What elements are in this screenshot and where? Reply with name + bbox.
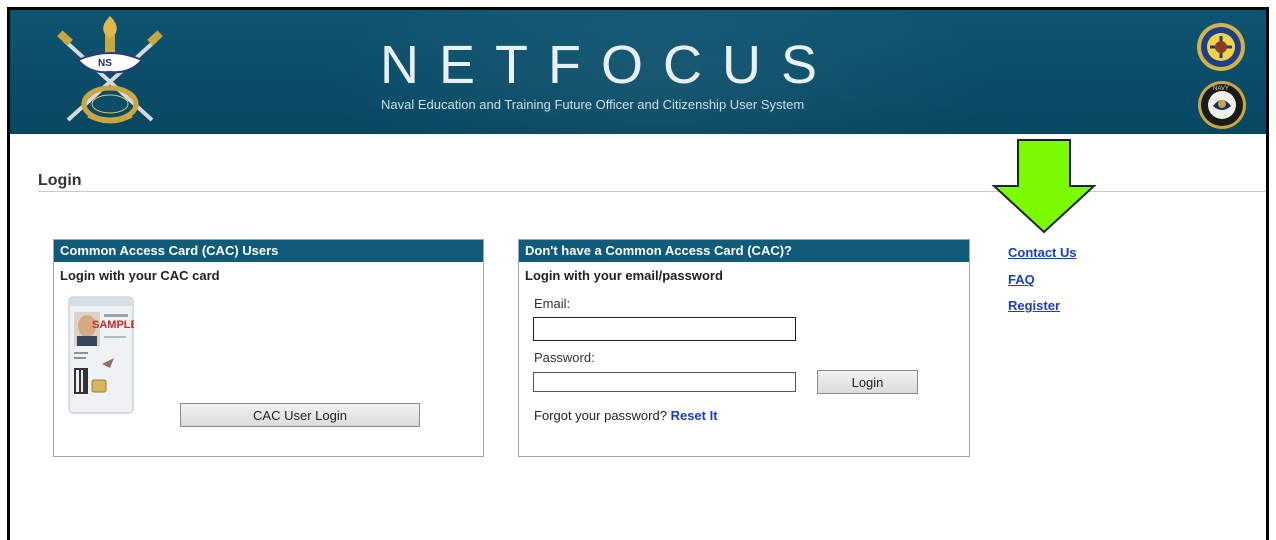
green-down-arrow-icon [991, 139, 1097, 234]
password-field[interactable] [533, 372, 796, 392]
cac-panel-subheading: Login with your CAC card [60, 268, 220, 283]
cac-panel-header: Common Access Card (CAC) Users [54, 240, 483, 262]
password-login-panel: Don't have a Common Access Card (CAC)? L… [518, 239, 970, 457]
header-banner: NS NETFOCUS Naval Education and Training… [10, 10, 1266, 134]
register-link[interactable]: Register [1008, 298, 1060, 313]
svg-text:NS: NS [98, 58, 112, 69]
faq-link[interactable]: FAQ [1008, 272, 1035, 287]
frame-border-right [1266, 7, 1269, 540]
app-subtitle: Naval Education and Training Future Offi… [381, 97, 805, 112]
password-panel-subheading: Login with your email/password [525, 268, 723, 283]
app-title: NETFOCUS [380, 35, 837, 95]
contact-us-link[interactable]: Contact Us [1008, 245, 1077, 260]
seal-icon [1197, 23, 1245, 71]
cac-user-login-button[interactable]: CAC User Login [180, 403, 420, 427]
email-field[interactable] [533, 317, 796, 341]
login-button[interactable]: Login [817, 370, 918, 394]
cac-login-panel: Common Access Card (CAC) Users Login wit… [53, 239, 484, 457]
password-panel-header: Don't have a Common Access Card (CAC)? [519, 240, 969, 262]
nrotc-crest-emblem-icon: NS [57, 16, 163, 124]
email-label: Email: [534, 296, 571, 311]
page-title: Login [38, 172, 82, 189]
password-label: Password: [534, 350, 595, 365]
page-frame: NS NETFOCUS Naval Education and Training… [0, 0, 1276, 540]
forgot-password-text: Forgot your password? [534, 408, 667, 423]
svg-text:NAVY: NAVY [1213, 86, 1229, 92]
cac-card-sample-icon: SAMPLE [68, 296, 134, 414]
card-sample-text: SAMPLE [92, 319, 134, 331]
navy-seal-icon: NAVY [1198, 81, 1246, 129]
reset-password-link[interactable]: Reset It [671, 408, 718, 423]
forgot-password-row: Forgot your password? Reset It [534, 408, 718, 423]
